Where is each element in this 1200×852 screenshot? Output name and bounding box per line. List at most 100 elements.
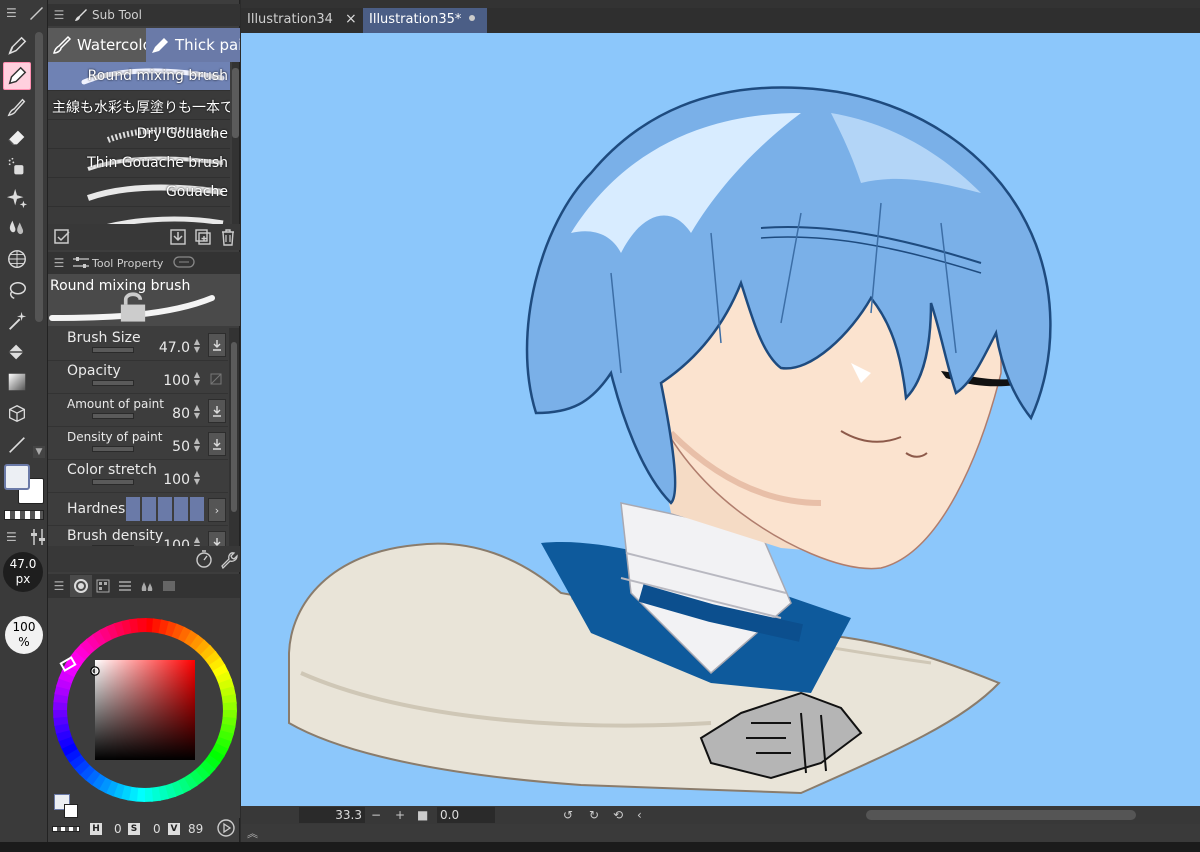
pen-mini-icon[interactable] (28, 5, 44, 25)
chevron-right-icon[interactable]: › (208, 498, 226, 522)
rotate-left-icon[interactable]: ↺ (563, 806, 573, 824)
pressure-settings-button[interactable] (208, 399, 226, 423)
tool-blend[interactable] (3, 214, 31, 242)
tool-auto-select[interactable] (3, 307, 31, 335)
color-wheel-tab-icon[interactable] (70, 575, 92, 597)
tab-illustration34[interactable]: Illustration34 × (241, 8, 359, 33)
transparent-color-chip[interactable] (52, 826, 80, 832)
spinner-icon[interactable]: ▲▼ (192, 470, 202, 486)
list-item[interactable]: Gouache (48, 178, 230, 207)
link-tab-icon[interactable] (173, 255, 196, 272)
h-value[interactable]: 0 (114, 822, 122, 836)
rotate-right-icon[interactable]: ↻ (589, 806, 599, 824)
tool-figure[interactable] (3, 245, 31, 273)
spinner-icon[interactable]: ▲▼ (192, 404, 202, 420)
approximate-color-tab-icon[interactable] (158, 575, 180, 597)
horizontal-scrollbar[interactable] (866, 810, 1136, 820)
property-color-stretch[interactable]: Color stretch 100 ▲ ▼ (48, 460, 228, 493)
property-slider[interactable] (92, 347, 134, 353)
menu-icon[interactable]: ☰ (48, 256, 70, 270)
play-icon[interactable] (216, 818, 236, 838)
double-chevron-up-icon[interactable]: ︽ (247, 825, 258, 841)
hardness-segment[interactable] (158, 497, 172, 521)
tool-fill[interactable] (3, 338, 31, 366)
color-set-tab-icon[interactable] (92, 575, 114, 597)
download-icon[interactable] (168, 227, 188, 247)
property-hardness[interactable]: Hardness › (48, 493, 228, 526)
tool-lasso[interactable] (3, 277, 31, 305)
menu-icon[interactable]: ☰ (6, 6, 17, 20)
duplicate-icon[interactable] (193, 227, 213, 247)
lock-icon[interactable] (48, 290, 218, 324)
tab-watercolor[interactable]: Watercolor (48, 28, 146, 62)
tab-thick-paint[interactable]: Thick paint (146, 28, 240, 62)
tool-gradient[interactable] (3, 368, 31, 396)
sub-color-chip[interactable] (64, 804, 78, 818)
property-amount-of-paint[interactable]: Amount of paint 80 ▲ ▼ (48, 394, 228, 427)
tool-airbrush[interactable] (3, 153, 31, 181)
zoom-in-icon[interactable]: + (395, 806, 405, 824)
tool-pen[interactable] (3, 32, 31, 60)
hardness-segment[interactable] (190, 497, 204, 521)
property-brush-size[interactable]: Brush Size 47.0 ▲ ▼ (48, 328, 228, 361)
reset-rotation-icon[interactable]: ⟲ (613, 806, 623, 824)
hardness-segment[interactable] (142, 497, 156, 521)
pressure-settings-button[interactable] (208, 333, 226, 357)
property-slider[interactable] (92, 413, 134, 419)
intermediate-color-tab-icon[interactable] (136, 575, 158, 597)
spinner-icon[interactable]: ▲▼ (192, 338, 202, 354)
spinner-icon[interactable]: ▲▼ (192, 371, 202, 387)
subtool-settings-icon[interactable] (52, 227, 72, 247)
property-slider[interactable] (92, 479, 134, 485)
unsaved-dot-icon[interactable] (469, 15, 475, 21)
property-value[interactable]: 50 (172, 439, 190, 455)
toolstrip-scrollbar[interactable] (35, 32, 43, 322)
property-slider[interactable] (92, 380, 134, 386)
tool-brush[interactable] (3, 93, 31, 121)
brush-tab-icon[interactable] (70, 4, 92, 26)
brush-settings-icon[interactable] (30, 528, 46, 550)
tool-decoration[interactable] (3, 184, 31, 212)
drawing-canvas[interactable] (241, 33, 1200, 806)
tool-line[interactable] (3, 431, 31, 459)
tool-pencil[interactable] (3, 62, 31, 90)
v-value[interactable]: 89 (188, 822, 203, 836)
tool-eraser[interactable] (3, 123, 31, 151)
property-density-of-paint[interactable]: Density of paint 50 ▲ ▼ (48, 427, 228, 460)
chevron-left-icon[interactable]: ‹ (637, 806, 642, 824)
zoom-out-icon[interactable]: − (371, 806, 381, 824)
brush-size-badge[interactable]: 47.0 px (3, 552, 43, 592)
fit-icon[interactable]: ■ (417, 806, 428, 824)
hardness-segment[interactable] (126, 497, 140, 521)
property-value[interactable]: 47.0 (159, 340, 190, 356)
list-item[interactable]: Round mixing brush (48, 62, 230, 91)
main-color-chip[interactable] (4, 464, 30, 490)
property-slider[interactable] (92, 446, 134, 452)
menu-icon[interactable]: ☰ (48, 579, 70, 593)
hardness-segment[interactable] (174, 497, 188, 521)
chevron-down-icon[interactable]: ▼ (33, 446, 45, 458)
list-item[interactable] (48, 207, 230, 224)
color-wheel[interactable] (48, 598, 240, 818)
tool-operation[interactable] (3, 400, 31, 428)
property-value[interactable]: 100 (163, 373, 190, 389)
list-item[interactable]: Dry Gouache (48, 120, 230, 149)
opacity-badge[interactable]: 100 % (5, 616, 43, 654)
transparent-color-chip[interactable] (4, 510, 44, 520)
property-opacity[interactable]: Opacity 100 ▲ ▼ (48, 361, 228, 394)
spinner-icon[interactable]: ▲▼ (192, 437, 202, 453)
wrench-icon[interactable] (218, 549, 238, 569)
tab-illustration35[interactable]: Illustration35* (363, 8, 487, 33)
pressure-settings-button[interactable] (208, 432, 226, 456)
menu-icon[interactable]: ☰ (6, 530, 17, 544)
list-item[interactable]: Thin Gouache brush (48, 149, 230, 178)
brush-list-scrollbar[interactable] (232, 62, 239, 224)
property-value[interactable]: 80 (172, 406, 190, 422)
property-value[interactable]: 100 (163, 472, 190, 488)
rotation-field[interactable]: 0.0 (437, 807, 495, 823)
menu-icon[interactable]: ☰ (48, 8, 70, 22)
close-icon[interactable]: × (345, 11, 357, 27)
trash-icon[interactable] (218, 227, 238, 247)
tool-property-scrollbar[interactable] (229, 328, 239, 546)
list-item[interactable]: 主線も水彩も厚塗りも一本で (48, 91, 230, 120)
